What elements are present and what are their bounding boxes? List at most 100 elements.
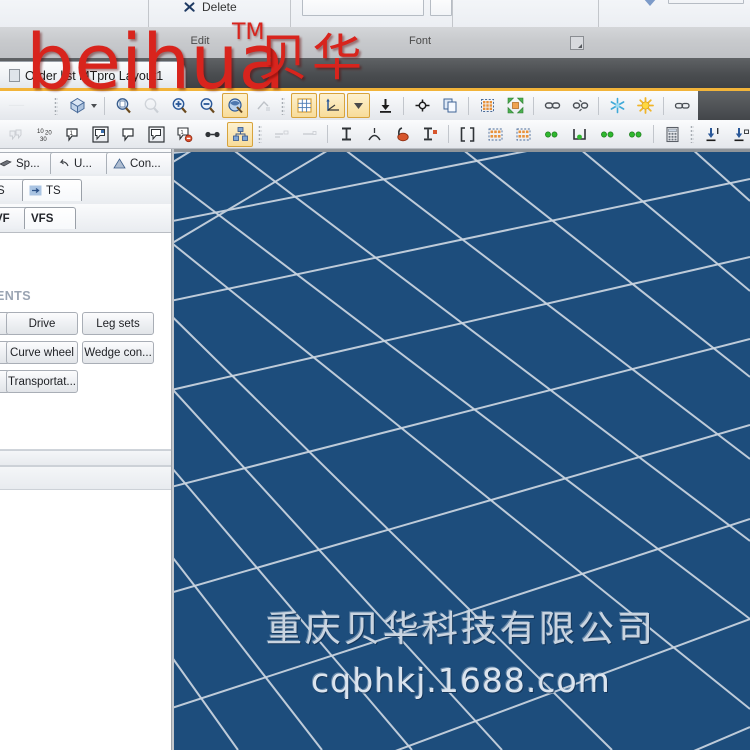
- dotted-grid-button[interactable]: [482, 122, 508, 147]
- insert-down-button[interactable]: [700, 122, 726, 147]
- viewport-3d[interactable]: [172, 149, 750, 750]
- copy-button[interactable]: [437, 93, 463, 118]
- bracket-button[interactable]: [454, 122, 480, 147]
- toolbar-separator: [598, 96, 599, 115]
- dim-linear-icon: [301, 126, 318, 143]
- group-members-button[interactable]: [227, 121, 253, 147]
- toolbar-separator: [448, 125, 449, 143]
- component-button-wedge-con[interactable]: Wedge con...: [82, 341, 154, 364]
- conveyor-icon: [0, 157, 12, 170]
- grid-toggle-button[interactable]: [291, 93, 317, 118]
- green-dots-2-button[interactable]: [594, 122, 620, 147]
- component-button-transportation-label: Transportat...: [8, 375, 76, 388]
- toolbar-separator: [403, 96, 404, 115]
- component-button-leg-sets-label: Leg sets: [96, 317, 140, 330]
- zoom-previous-button[interactable]: [138, 93, 164, 118]
- styles-box[interactable]: [668, 0, 744, 4]
- delete-x-icon: [182, 0, 196, 14]
- dimension-horizontal-button[interactable]: [268, 122, 294, 147]
- zoom-out-button[interactable]: [194, 93, 220, 118]
- toolbar-separator: [663, 96, 664, 115]
- label-pair-button[interactable]: [3, 122, 29, 147]
- insert-down-2-button[interactable]: [728, 122, 750, 147]
- font-name-box[interactable]: [302, 0, 424, 16]
- support-arch-button[interactable]: [361, 122, 387, 147]
- component-button-transportation[interactable]: Transportat...: [6, 370, 78, 393]
- calculator-button[interactable]: [659, 122, 685, 147]
- document-tab-label: Order list MTpro Layout1: [25, 68, 164, 83]
- arrow-down-bar-icon: [377, 97, 394, 114]
- walk-through-button[interactable]: [250, 93, 276, 118]
- component-button-curve-wheel[interactable]: Curve wheel: [6, 341, 78, 364]
- callout-delete-button[interactable]: 1: [171, 122, 197, 147]
- light-button[interactable]: [632, 93, 658, 118]
- panel-tab-s-label: S: [0, 185, 5, 197]
- coordinate-system-button[interactable]: [319, 93, 345, 118]
- green-dots-3-icon: [627, 126, 644, 143]
- pan-rotate-button[interactable]: [222, 93, 248, 118]
- toolbar-grip[interactable]: [690, 125, 694, 143]
- walkthrough-icon: [255, 97, 272, 114]
- orbit-icon: [227, 97, 244, 114]
- component-button-drive-label: Drive: [28, 317, 56, 330]
- font-dialog-launcher[interactable]: [570, 36, 584, 50]
- unlink-button[interactable]: [567, 93, 593, 118]
- link-button[interactable]: [539, 93, 565, 118]
- dimension-linear-button[interactable]: [296, 122, 322, 147]
- support-red-button[interactable]: [417, 122, 443, 147]
- crosshair-icon: [414, 97, 431, 114]
- toolbar-grip[interactable]: [258, 125, 262, 143]
- axis-cube-icon: [69, 97, 86, 114]
- chevron-down-icon[interactable]: [643, 0, 657, 6]
- callout-box-button[interactable]: [143, 122, 169, 147]
- callout-box-icon: [147, 125, 165, 143]
- green-dots-button[interactable]: [538, 122, 564, 147]
- connect-button[interactable]: [669, 93, 695, 118]
- freeze-button[interactable]: [604, 93, 630, 118]
- delete-button[interactable]: Delete: [182, 0, 237, 14]
- panel-tab-vfs[interactable]: VFS: [24, 207, 76, 229]
- panel-tab-row-2: S TS: [0, 176, 171, 205]
- numbering-button[interactable]: 10 20 30: [31, 122, 57, 147]
- panel-tab-con[interactable]: Con...: [106, 152, 171, 174]
- coordinate-system-dropdown[interactable]: [347, 93, 370, 118]
- document-tab-strip: Order list MTpro Layout1: [0, 58, 750, 89]
- callout-framed-button[interactable]: [87, 122, 113, 147]
- expand-selection-button[interactable]: [502, 93, 528, 118]
- panel-tab-ts[interactable]: TS: [22, 179, 82, 201]
- support-button[interactable]: [333, 122, 359, 147]
- green-dots-3-button[interactable]: [622, 122, 648, 147]
- toolbar-separator: [533, 96, 534, 115]
- toolbar-grip[interactable]: [281, 96, 285, 115]
- component-button-leg-sets[interactable]: Leg sets: [82, 312, 154, 335]
- document-tab-order-list[interactable]: Order list MTpro Layout1: [0, 61, 187, 89]
- panel-tab-vfs-label: VFS: [31, 212, 54, 225]
- panel-tab-vf-label: VF: [0, 212, 10, 225]
- panel-tab-con-label: Con...: [130, 157, 161, 170]
- motor-button[interactable]: [389, 122, 415, 147]
- support-arch-icon: [366, 126, 383, 143]
- glasses-button[interactable]: [199, 122, 225, 147]
- snap-to-ground-button[interactable]: [372, 93, 398, 118]
- zoom-window-button[interactable]: [110, 93, 136, 118]
- toolbar-separator: [653, 125, 654, 143]
- snap-point-button[interactable]: [409, 93, 435, 118]
- dotted-grid-2-button[interactable]: [510, 122, 536, 147]
- panel-strip-upper[interactable]: [0, 450, 171, 466]
- zoom-in-button[interactable]: [166, 93, 192, 118]
- view-orientation-button[interactable]: [64, 93, 90, 118]
- panel-tab-row-1: Sp... U... Con...: [0, 149, 171, 177]
- callout-button[interactable]: 1: [59, 122, 85, 147]
- u-bracket-button[interactable]: [566, 122, 592, 147]
- font-size-box[interactable]: [430, 0, 452, 16]
- view-orientation-dropdown[interactable]: [91, 103, 97, 108]
- panel-strip-lower[interactable]: [0, 466, 171, 490]
- broken-chain-icon: [572, 97, 589, 114]
- select-region-button[interactable]: [474, 93, 500, 118]
- toolbar-grip[interactable]: [54, 96, 58, 115]
- component-button-drive[interactable]: Drive: [6, 312, 78, 335]
- panel-tab-u-label: U...: [74, 157, 92, 170]
- toolbar-separator: [327, 125, 328, 143]
- callout-plain-button[interactable]: [115, 122, 141, 147]
- green-dots-icon: [543, 126, 560, 143]
